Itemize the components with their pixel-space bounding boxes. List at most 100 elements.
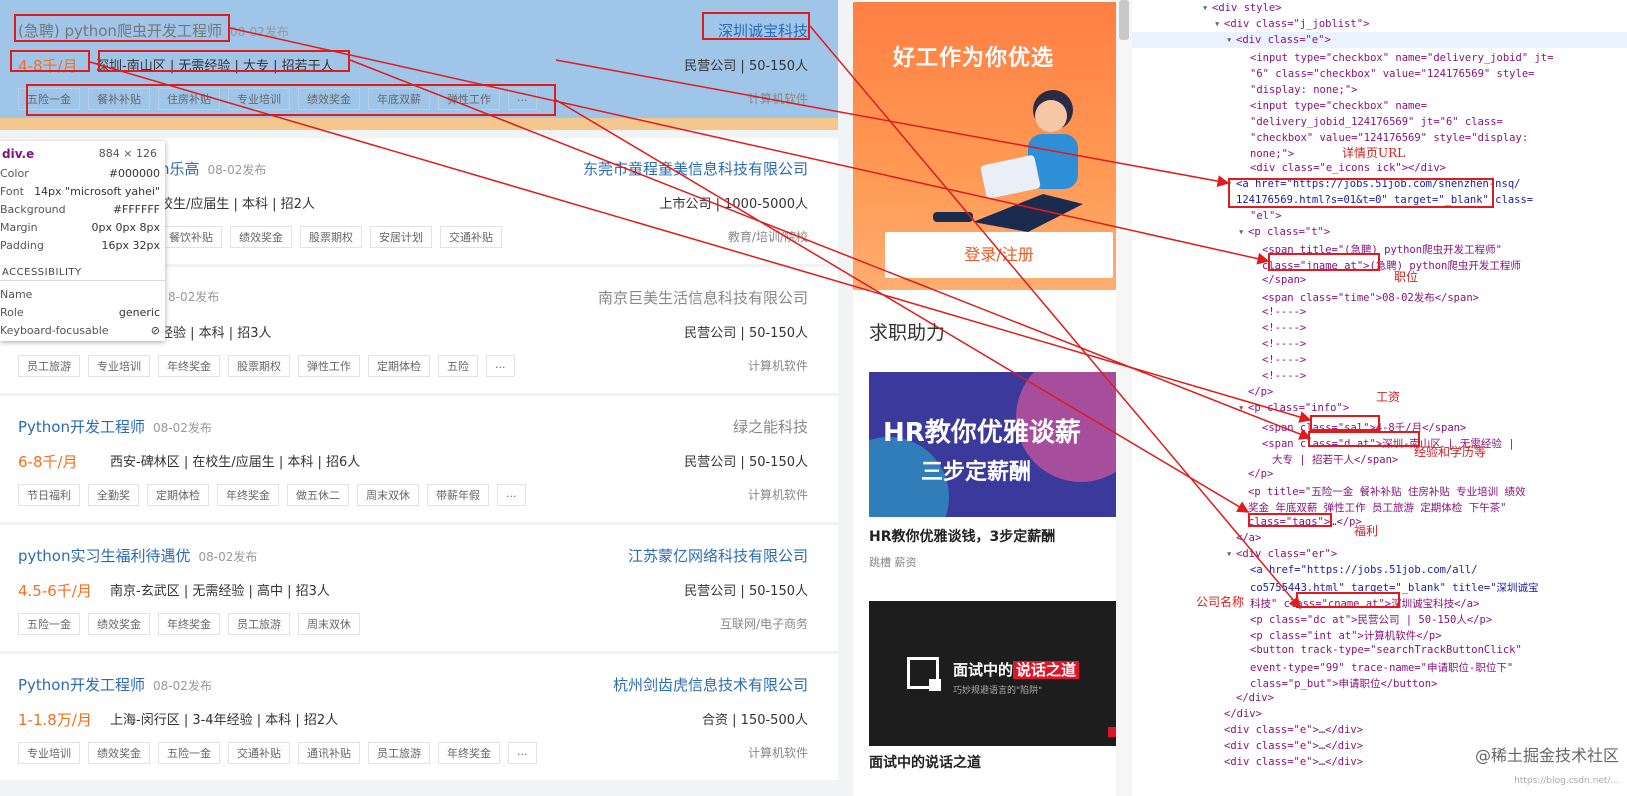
promo-banner[interactable]: 好工作为你优选 登录/注册 [853, 2, 1116, 290]
company-name[interactable]: 绿之能科技 [733, 416, 808, 437]
job-card[interactable]: Python开发工程师 08-02发布 绿之能科技 6-8千/月 西安-碑林区 | 在校… [0, 396, 838, 522]
tooltip-row: Color #000000 [0, 167, 160, 180]
expand-triangle-icon[interactable]: ▾ [1226, 34, 1232, 46]
dom-node-line[interactable]: "6" class="checkbox" value="124176569" s… [1250, 68, 1534, 80]
dom-node-line[interactable]: <div class="e">…</div> [1224, 724, 1363, 736]
dom-node-line[interactable]: <span class="time">08-02发布</span> [1262, 290, 1479, 305]
dom-node-line[interactable]: <p class="t"> [1248, 226, 1330, 238]
expand-triangle-icon[interactable]: ▾ [1214, 18, 1220, 30]
dom-node-line[interactable]: <div class="j_joblist"> [1224, 18, 1369, 30]
redbox-sal [1310, 415, 1380, 431]
job-card[interactable]: Python开发工程师 08-02发布 杭州剑齿虎信息技术有限公司 1-1.8万/月 上… [0, 654, 838, 780]
interview-article-banner[interactable]: 面试中的 说话之道 巧妙规避语言的"陷阱" [869, 601, 1116, 746]
job-title[interactable]: n乐高 08-02发布 [160, 158, 266, 179]
job-title[interactable]: Python开发工程师 08-02发布 [18, 674, 212, 695]
dom-node-line[interactable]: </p> [1248, 386, 1273, 398]
tooltip-key: Keyboard-focusable [0, 324, 109, 337]
job-title[interactable]: python实习生福利待遇优 08-02发布 [18, 545, 257, 566]
scrollbar-thumb[interactable] [1119, 0, 1129, 40]
dom-node-line[interactable]: <input type="checkbox" name= [1250, 100, 1427, 112]
dom-node-line[interactable]: "checkbox" value="124176569" style="disp… [1250, 132, 1528, 144]
expand-triangle-icon[interactable]: ▾ [1238, 402, 1244, 414]
job-name[interactable]: Python开发工程师 [18, 418, 145, 436]
company-name[interactable]: 南京巨美生活信息科技有限公司 [598, 287, 808, 308]
dom-node-line[interactable]: "delivery_jobid_124176569" jt="6" class= [1250, 116, 1503, 128]
job-name[interactable]: Python开发工程师 [18, 676, 145, 694]
welfare-tag: 定期体检 [147, 484, 209, 506]
dom-node-line[interactable]: <!----> [1262, 354, 1306, 366]
tooltip-value: #FFFFFF [112, 203, 160, 216]
login-register-button[interactable]: 登录/注册 [885, 232, 1113, 278]
company-name[interactable]: 杭州剑齿虎信息技术有限公司 [613, 674, 808, 695]
dom-node-line[interactable]: <!----> [1262, 338, 1306, 350]
welfare-tag: 股票期权 [300, 226, 362, 248]
welfare-tag: 交通补贴 [440, 226, 502, 248]
job-name[interactable]: python实习生福利待遇优 [18, 547, 190, 565]
job-name[interactable]: n乐高 [160, 160, 200, 178]
dom-node-line[interactable]: </a> [1236, 532, 1261, 544]
post-time: 08-02发布 [229, 25, 289, 39]
decor-red-mark [1108, 727, 1116, 737]
dom-node-line[interactable]: <!----> [1262, 306, 1306, 318]
job-title[interactable]: 8-02发布 [160, 287, 219, 305]
expand-triangle-icon[interactable]: ▾ [1202, 2, 1208, 14]
watermark: @稀土掘金技术社区 [1474, 746, 1619, 765]
dom-node-line[interactable]: <p class="int at">计算机软件</p> [1250, 628, 1442, 643]
dom-node-line[interactable]: </span> [1262, 274, 1306, 286]
dom-node-line[interactable]: <div class="e">…</div> [1224, 756, 1363, 768]
dom-node-line[interactable]: "display: none;"> [1250, 84, 1357, 96]
dom-node-line[interactable]: <p class="info"> [1248, 402, 1349, 414]
expand-triangle-icon[interactable]: ▾ [1238, 226, 1244, 238]
article2-title[interactable]: 面试中的说话之道 [869, 752, 981, 772]
page-scrollbar[interactable] [1116, 0, 1132, 796]
dom-node-line[interactable]: <div class="e">…</div> [1224, 740, 1363, 752]
dom-node-line[interactable]: <div style> [1212, 2, 1282, 14]
job-title[interactable]: Python开发工程师 08-02发布 [18, 416, 212, 437]
person-laptop-illustration [933, 90, 1083, 232]
company-name[interactable]: 江苏蒙亿网络科技有限公司 [628, 545, 808, 566]
redbox-dat [1308, 431, 1420, 447]
selected-node-highlight [1132, 32, 1627, 48]
welfare-tag: 年终奖金 [158, 613, 220, 635]
dom-node-line[interactable]: <p class="dc at">民营公司 | 50-150人</p> [1250, 612, 1492, 627]
banner2-line2: 三步定薪酬 [921, 460, 1032, 485]
article1-title[interactable]: HR教你优雅谈钱，3步定薪酬 [869, 526, 1055, 546]
note-url: 详情页URL [1342, 146, 1406, 160]
salary-article-banner[interactable]: HR教你优雅谈薪 三步定薪酬 [869, 372, 1116, 517]
tooltip-divider [0, 280, 165, 281]
welfare-tag: 通讯补贴 [298, 742, 360, 764]
dom-node-line[interactable]: <input type="checkbox" name="delivery_jo… [1250, 52, 1553, 64]
redbox-jname [1268, 253, 1380, 271]
dom-node-line[interactable]: <a href="https://jobs.51job.com/all/ [1250, 564, 1478, 576]
not-focusable-icon: ⊘ [150, 324, 160, 337]
tooltip-row: Padding 16px 32px [0, 239, 160, 252]
company-name[interactable]: 东莞市童程童美信息科技有限公司 [583, 158, 808, 179]
expand-triangle-icon[interactable]: ▾ [1226, 548, 1232, 560]
dom-node-line[interactable]: event-type="99" trace-name="申请职位-职位下" [1250, 660, 1513, 675]
inspect-margin-highlight [0, 118, 838, 130]
welfare-tag: 五险一金 [18, 613, 80, 635]
dom-node-line[interactable]: <button track-type="searchTrackButtonCli… [1250, 644, 1522, 656]
job-card[interactable]: python实习生福利待遇优 08-02发布 江苏蒙亿网络科技有限公司 4.5-6千/… [0, 525, 838, 651]
dom-node-line[interactable]: <p title="五险一金 餐补补贴 住房补贴 专业培训 绩效 [1248, 484, 1526, 499]
welfare-tag: 周末双休 [357, 484, 419, 506]
dom-node-line[interactable]: <div class="er"> [1236, 548, 1337, 560]
dom-node-line[interactable]: none;"> [1250, 148, 1294, 160]
dom-node-line[interactable]: </div> [1236, 692, 1274, 704]
dom-node-line[interactable]: </p> [1248, 468, 1273, 480]
dom-node-line[interactable]: class="p_but">申请职位</button> [1250, 676, 1437, 691]
dom-node-line[interactable]: "el"> [1250, 210, 1282, 222]
industry: 教育/培训/院校 [727, 230, 808, 244]
dom-node-line[interactable]: 大专 | 招若干人</span> [1272, 452, 1398, 467]
tooltip-key: Role [0, 306, 24, 319]
dom-node-line[interactable]: </div> [1224, 708, 1262, 720]
dom-node-line[interactable]: <!----> [1262, 370, 1306, 382]
note-company: 公司名称 [1196, 595, 1245, 609]
redbox-salary [10, 50, 90, 72]
dom-node-line[interactable]: <!----> [1262, 322, 1306, 334]
industry: 计算机软件 [747, 488, 808, 502]
dom-node-line[interactable]: <div class="e"> [1236, 34, 1331, 46]
tooltip-size: 884 × 126 [98, 147, 157, 160]
welfare-tag: ... [497, 484, 526, 506]
dom-node-line[interactable]: <div class="e_icons ick"></div> [1250, 162, 1446, 174]
